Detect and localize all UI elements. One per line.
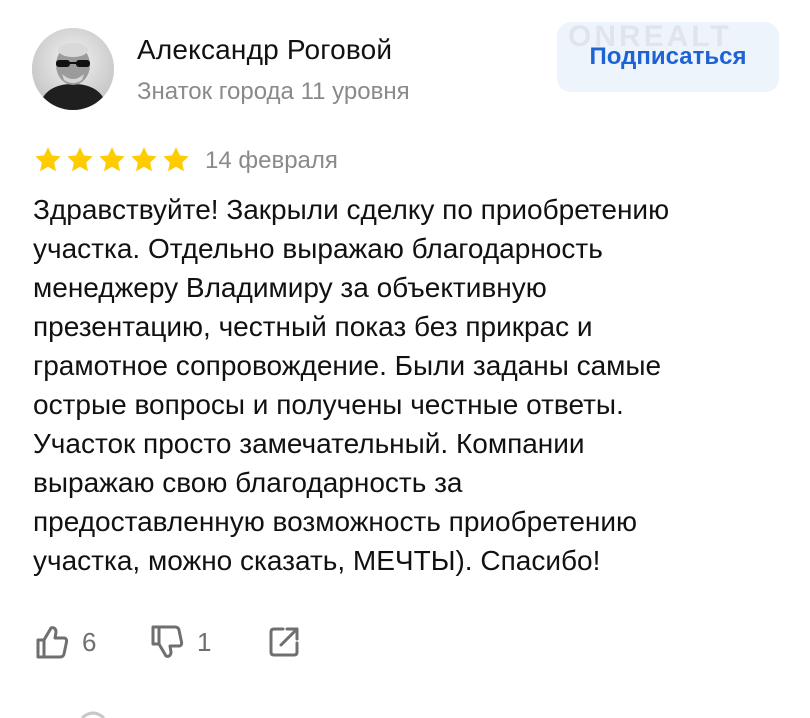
share-icon: [269, 627, 299, 657]
user-avatar-photo: [32, 28, 114, 110]
avatar[interactable]: [32, 28, 114, 110]
like-button[interactable]: 6: [34, 622, 96, 662]
thumbs-up-icon: [36, 626, 69, 659]
star-icon: [35, 147, 61, 172]
star-icon: [163, 147, 189, 172]
star-icon: [67, 147, 93, 172]
review-text-line: Участок просто замечательный. Компании: [33, 428, 585, 459]
thumbs-down-icon: [151, 625, 184, 658]
review-card: Александр Роговой Знаток города 11 уровн…: [0, 0, 810, 718]
dislike-button[interactable]: 1: [149, 622, 211, 662]
share-button[interactable]: [266, 622, 302, 662]
star-icon: [131, 147, 157, 172]
review-date: 14 февраля: [205, 147, 338, 174]
review-text-line: менеджеру Владимиру за объективную: [33, 272, 547, 303]
review-text-line: предоставленную возможность приобретению: [33, 506, 638, 537]
dislike-count: 1: [197, 627, 212, 657]
review-text-line: Здравствуйте! Закрыли сделку по приобрет…: [33, 194, 670, 225]
like-count: 6: [82, 627, 97, 657]
subscribe-button[interactable]: Подписаться: [557, 22, 779, 92]
review-text-line: презентацию, честный показ без прикрас и: [33, 311, 593, 342]
star-icon: [99, 147, 125, 172]
author-level: Знаток города 11 уровня: [137, 78, 410, 105]
rating-stars: [33, 145, 191, 177]
review-text-line: участка, можно сказать, МЕЧТЫ). Спасибо!: [33, 545, 601, 576]
review-text: Здравствуйте! Закрыли сделку по приобрет…: [33, 190, 793, 580]
review-text-line: грамотное сопровождение. Были заданы сам…: [33, 350, 662, 381]
next-item-edge: [80, 711, 106, 718]
author-name[interactable]: Александр Роговой: [137, 32, 392, 68]
review-text-line: острые вопросы и получены честные ответы…: [33, 389, 624, 420]
review-text-line: выражаю свою благодарность за: [33, 467, 463, 498]
review-text-line: участка. Отдельно выражаю благодарность: [33, 233, 603, 264]
